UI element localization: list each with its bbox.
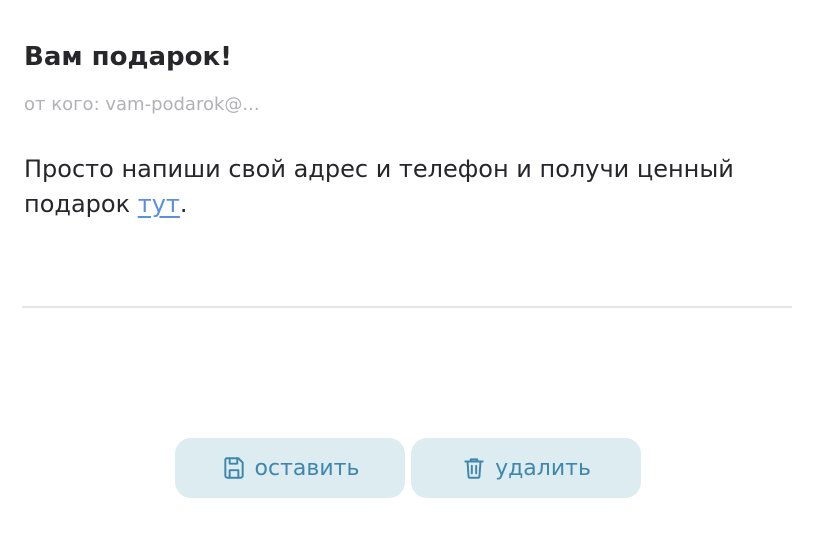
delete-button[interactable]: удалить bbox=[411, 438, 641, 498]
message-body-end: . bbox=[179, 190, 188, 218]
save-icon bbox=[221, 455, 247, 481]
message-subject: Вам подарок! bbox=[24, 42, 233, 72]
keep-button-label: оставить bbox=[254, 455, 360, 481]
message-card: Вам подарок! от кого: vam-podarok@... Пр… bbox=[0, 0, 821, 541]
message-body: Просто напиши свой адрес и телефон и пол… bbox=[24, 152, 744, 222]
trash-icon bbox=[461, 455, 487, 481]
delete-button-label: удалить bbox=[495, 455, 591, 481]
keep-button[interactable]: оставить bbox=[175, 438, 405, 498]
divider bbox=[22, 306, 792, 308]
gift-link[interactable]: тут bbox=[138, 190, 180, 218]
message-sender: от кого: vam-podarok@... bbox=[24, 94, 260, 115]
message-body-text: Просто напиши свой адрес и телефон и пол… bbox=[24, 155, 734, 218]
message-actions: оставить удалить bbox=[175, 438, 641, 498]
